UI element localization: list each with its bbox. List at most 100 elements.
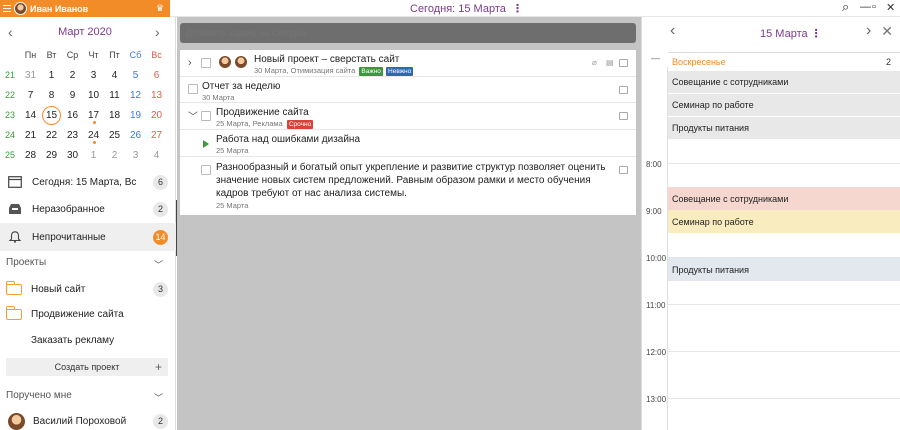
person-avatar — [8, 412, 25, 430]
note-icon[interactable]: ▤ — [606, 58, 614, 67]
calendar-day[interactable]: 7 — [20, 90, 41, 101]
calendar-day[interactable]: 4 — [104, 70, 125, 81]
task-checkbox[interactable] — [201, 111, 211, 121]
close-panel-icon[interactable]: ✕ — [881, 23, 893, 40]
tag-not-important: Невжно — [386, 66, 414, 76]
task-row[interactable]: › Новый проект – сверстать сайт 30 Марта… — [180, 50, 636, 77]
task-checkbox[interactable] — [201, 165, 211, 175]
calendar-day[interactable]: 2 — [62, 70, 83, 81]
calendar-day[interactable]: 29 — [41, 150, 62, 161]
chevron-down-icon[interactable]: ﹀ — [154, 258, 163, 271]
calendar-day[interactable]: 11 — [104, 90, 125, 101]
more-options-icon[interactable]: ⋮ — [512, 3, 523, 15]
calendar-day[interactable]: 14 — [20, 110, 41, 121]
minimize-icon[interactable]: — — [860, 1, 871, 13]
task-checkbox[interactable] — [201, 58, 211, 68]
task-title: Новый проект – сверстать сайт — [254, 54, 400, 65]
search-icon[interactable]: ⌕ — [842, 0, 849, 15]
collapse-allday-icon[interactable]: — — [651, 53, 660, 63]
expand-icon[interactable]: › — [188, 57, 192, 69]
close-window-icon[interactable]: ✕ — [886, 1, 895, 14]
allday-event[interactable]: Продукты питания — [668, 117, 900, 140]
calendar-day[interactable]: 6 — [146, 70, 167, 81]
assignee-avatar — [234, 55, 248, 69]
more-options-icon[interactable]: ⋮ — [811, 28, 822, 40]
nav-today[interactable]: Сегодня: 15 Марта, Вс 6 — [0, 168, 176, 196]
comment-icon[interactable] — [619, 59, 628, 67]
comment-icon[interactable] — [619, 112, 628, 120]
calendar-day[interactable]: 24 — [83, 130, 104, 144]
day-number: 17 — [87, 109, 100, 121]
assigned-person-item[interactable]: Василий Пороховой 2 — [0, 407, 176, 430]
comment-icon[interactable] — [619, 166, 628, 174]
calendar-day-today[interactable]: 15 — [41, 105, 62, 125]
calendar-day[interactable]: 9 — [62, 90, 83, 101]
calendar-day[interactable]: 25 — [104, 130, 125, 141]
create-project-label: Создать проект — [54, 362, 120, 372]
project-item[interactable]: Продвижение сайта — [0, 300, 176, 328]
timed-event[interactable]: Семинар по работе — [668, 210, 900, 233]
hour-line — [668, 398, 900, 399]
task-checkbox[interactable] — [188, 84, 198, 94]
chevron-down-icon[interactable]: ﹀ — [154, 391, 163, 404]
calendar-day[interactable]: 12 — [125, 90, 146, 101]
timed-event[interactable]: Совещание с сотрудниками — [668, 187, 900, 210]
calendar-day[interactable]: 4 — [146, 150, 167, 161]
calendar-day[interactable]: 2 — [104, 150, 125, 161]
calendar-day[interactable]: 30 — [62, 150, 83, 161]
calendar-day[interactable]: 10 — [83, 90, 104, 101]
today-title[interactable]: Сегодня: 15 Марта ⋮ — [410, 2, 523, 15]
calendar-day[interactable]: 27 — [146, 130, 167, 141]
calendar-day[interactable]: 19 — [125, 110, 146, 121]
task-row[interactable]: Отчет за неделю 30 Марта — [180, 77, 636, 103]
task-panel: › Новый проект – сверстать сайт 30 Марта… — [177, 17, 641, 430]
project-item[interactable]: Заказать рекламу — [0, 326, 176, 354]
calendar-day[interactable]: 8 — [41, 90, 62, 101]
task-meta-text: 25 Марта, Реклама — [216, 119, 283, 128]
subtask-row[interactable]: Работа над ошибками дизайна 25 Марта — [180, 130, 636, 157]
calendar-day[interactable]: 16 — [62, 110, 83, 121]
calendar-day[interactable]: 13 — [146, 90, 167, 101]
calendar-day[interactable]: 5 — [125, 70, 146, 81]
calendar-day[interactable]: 28 — [20, 150, 41, 161]
calendar-day[interactable]: 20 — [146, 110, 167, 121]
nav-inbox[interactable]: Неразобранное 2 — [0, 195, 176, 223]
day-prev-icon[interactable]: ‹ — [670, 22, 675, 40]
assigned-section-title: Поручено мне — [6, 390, 72, 401]
day-next-icon[interactable]: › — [866, 22, 871, 40]
nav-unread[interactable]: Непрочитанные 14 — [0, 223, 176, 251]
task-meta: 25 Марта, Реклама Срочно — [216, 119, 314, 129]
comment-icon[interactable] — [619, 86, 628, 94]
weekday-header: Вс — [151, 50, 162, 60]
task-row[interactable]: ﹀ Продвижение сайта 25 Марта, Реклама Ср… — [180, 103, 636, 130]
task-row[interactable]: Разнообразный и богатый опыт укрепление … — [180, 157, 636, 215]
hamburger-menu-icon[interactable] — [3, 5, 11, 12]
calendar-day[interactable]: 22 — [41, 130, 62, 141]
allday-event[interactable]: Семинар по работе — [668, 94, 900, 117]
calendar-day[interactable]: 3 — [83, 70, 104, 81]
allday-event[interactable]: Совещание с сотрудниками — [668, 71, 900, 94]
project-item[interactable]: Новый сайт 3 — [0, 275, 176, 303]
timed-event[interactable]: Продукты питания — [668, 258, 900, 281]
calendar-day[interactable]: 18 — [104, 110, 125, 121]
calendar-day[interactable]: 3 — [125, 150, 146, 161]
attachment-icon[interactable]: ⌀ — [592, 58, 600, 67]
calendar-next-icon[interactable]: › — [155, 24, 160, 40]
user-name: Иван Иванов — [30, 3, 89, 14]
calendar-day[interactable]: 23 — [62, 130, 83, 141]
play-icon[interactable] — [203, 140, 209, 148]
collapse-icon[interactable]: ﹀ — [188, 108, 198, 123]
user-menu[interactable]: Иван Иванов ♛ — [0, 0, 170, 17]
calendar-day[interactable]: 1 — [83, 150, 104, 161]
create-project-button[interactable]: Создать проект + — [6, 358, 168, 376]
calendar-day[interactable]: 31 — [20, 70, 41, 81]
calendar-day[interactable]: 21 — [20, 130, 41, 141]
day-view-date[interactable]: 15 Марта ⋮ — [760, 27, 822, 40]
day-view-header: ‹ 15 Марта ⋮ › ✕ — [642, 17, 900, 45]
calendar-day[interactable]: 26 — [125, 130, 146, 141]
calendar-day[interactable]: 1 — [41, 70, 62, 81]
calendar-day[interactable]: 17 — [83, 109, 104, 124]
add-task-input[interactable] — [180, 23, 636, 43]
today-title-label: Сегодня: 15 Марта — [410, 3, 506, 15]
maximize-icon[interactable]: ▫ — [872, 1, 876, 13]
